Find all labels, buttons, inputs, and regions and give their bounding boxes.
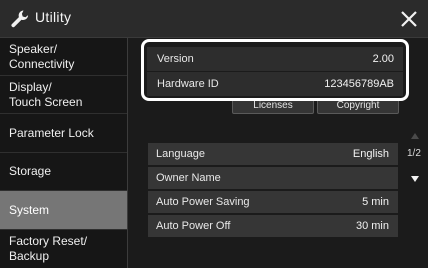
sidebar-item-label: Display/ <box>9 79 52 94</box>
utility-screen: Utility Speaker/Connectivity Display/Tou… <box>0 0 428 268</box>
setting-value: English <box>352 148 389 160</box>
setting-label: Owner Name <box>156 172 221 184</box>
sidebar-item-factory-reset-backup[interactable]: Factory Reset/Backup <box>0 230 127 268</box>
sidebar-item-label: Backup <box>9 249 50 263</box>
sidebar-item-label: Storage <box>9 164 52 178</box>
sidebar-item-label: Connectivity <box>9 56 75 71</box>
page-title: Utility <box>35 9 72 25</box>
setting-value: 30 min <box>355 220 389 232</box>
title-bar: Utility <box>0 0 428 38</box>
setting-label: Auto Power Off <box>156 220 231 232</box>
sidebar: Speaker/Connectivity Display/Touch Scree… <box>0 38 128 268</box>
sidebar-item-label: Parameter Lock <box>9 125 94 140</box>
sidebar-item-label: Touch Screen <box>9 94 83 109</box>
close-icon <box>401 11 417 27</box>
setting-label: Auto Power Saving <box>156 196 250 208</box>
version-info-panel: Version 2.00 Hardware ID 123456789AB <box>141 39 409 101</box>
hardware-id-row: Hardware ID 123456789AB <box>147 72 403 96</box>
triangle-down-icon <box>411 176 419 182</box>
sidebar-item-system[interactable]: System <box>0 191 127 230</box>
sidebar-item-parameter-lock[interactable]: Parameter Lock <box>0 114 127 153</box>
sidebar-item-storage[interactable]: Storage <box>0 153 127 191</box>
version-value: 2.00 <box>372 53 394 65</box>
sidebar-item-label: System <box>9 202 50 217</box>
version-row: Version 2.00 <box>147 47 403 71</box>
scroll-up-button[interactable] <box>410 127 420 145</box>
hardware-id-label: Hardware ID <box>157 78 219 90</box>
close-button[interactable] <box>390 0 428 38</box>
setting-language[interactable]: Language English <box>148 143 398 165</box>
setting-owner-name[interactable]: Owner Name <box>148 167 398 189</box>
sidebar-item-label: Factory Reset/ <box>9 234 88 248</box>
setting-auto-power-off[interactable]: Auto Power Off 30 min <box>148 215 398 237</box>
scroll-down-button[interactable] <box>410 170 420 188</box>
sidebar-item-display-touch-screen[interactable]: Display/Touch Screen <box>0 76 127 114</box>
sidebar-item-label: Speaker/ <box>9 41 58 56</box>
hardware-id-value: 123456789AB <box>324 78 394 90</box>
sidebar-item-speaker-connectivity[interactable]: Speaker/Connectivity <box>0 38 127 76</box>
wrench-icon <box>9 8 31 30</box>
setting-auto-power-saving[interactable]: Auto Power Saving 5 min <box>148 191 398 213</box>
setting-label: Language <box>156 148 205 160</box>
setting-value: 5 min <box>362 196 389 208</box>
page-indicator: 1/2 <box>407 148 421 159</box>
triangle-up-icon <box>411 133 419 139</box>
version-label: Version <box>157 53 194 65</box>
